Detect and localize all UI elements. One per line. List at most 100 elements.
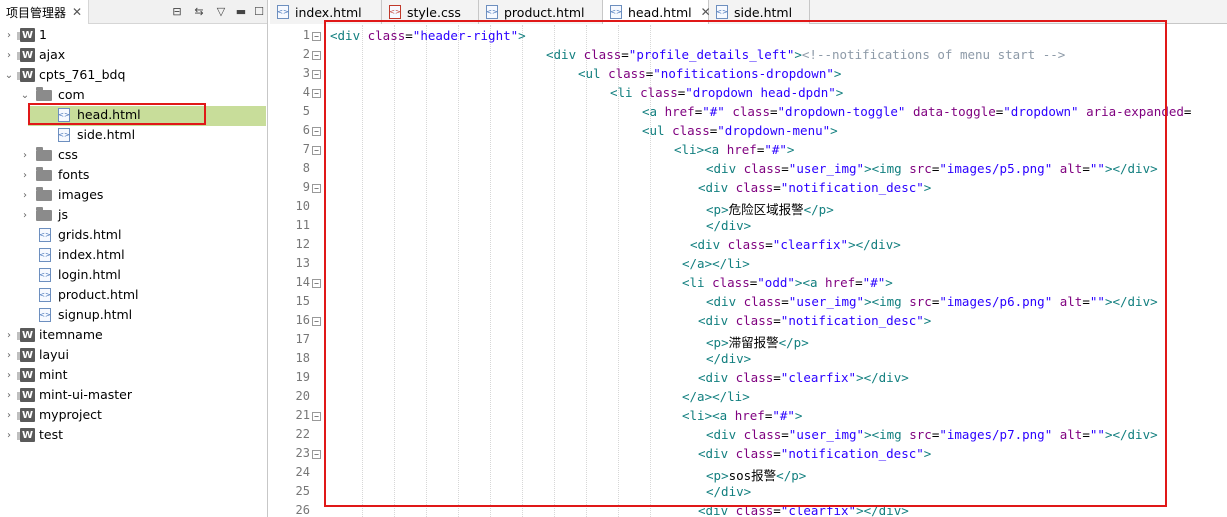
collapsed-arrow-icon[interactable]: ›	[20, 205, 30, 225]
code-line[interactable]: <li><a href="#">	[682, 408, 802, 423]
code-line[interactable]: <li class="dropdown head-dpdn">	[610, 85, 843, 100]
tree-item-com[interactable]: ⌄ com	[0, 85, 266, 105]
link-editor-icon[interactable]: ⇆	[192, 4, 206, 18]
code-line[interactable]: <div class="profile_details_left"><!--no…	[546, 47, 1065, 62]
view-menu-icon[interactable]: ▽	[214, 4, 228, 18]
line-number: 13	[295, 256, 310, 270]
indent-guide	[554, 25, 555, 517]
code-line[interactable]: <div class="user_img"><img src="images/p…	[706, 427, 1158, 442]
code-line[interactable]: <div class="user_img"><img src="images/p…	[706, 294, 1158, 309]
code-line[interactable]: </div>	[706, 218, 751, 233]
collapsed-arrow-icon[interactable]: ›	[20, 145, 30, 165]
html-file-icon: <>	[39, 248, 51, 262]
minimize-icon[interactable]: ▬	[234, 4, 248, 18]
collapsed-arrow-icon[interactable]: ›	[4, 345, 14, 365]
code-editor[interactable]: 1−2−3−4−5 6−7−8 9−10 11 12 13 14−15 16−17 18 19 20…	[270, 25, 1227, 517]
code-line[interactable]: </a></li>	[682, 256, 750, 271]
tree-item-label: myproject	[39, 407, 102, 422]
fold-toggle-icon[interactable]: −	[312, 317, 321, 326]
tree-item-js[interactable]: › js	[0, 205, 266, 225]
tree-item-itemname[interactable]: › Witemname	[0, 325, 266, 345]
collapsed-arrow-icon[interactable]: ›	[20, 165, 30, 185]
tab-head-html[interactable]: <> head.html ✕	[603, 0, 711, 24]
line-number: 14	[295, 275, 310, 289]
code-area[interactable]: <div class="header-right"> <div class="pr…	[326, 25, 1227, 517]
tree-item-test[interactable]: › Wtest	[0, 425, 266, 445]
code-line[interactable]: <div class="header-right">	[330, 28, 526, 43]
fold-toggle-icon[interactable]: −	[312, 412, 321, 421]
fold-toggle-icon[interactable]: −	[312, 70, 321, 79]
tab-side-html[interactable]: <> side.html	[709, 0, 810, 24]
collapsed-arrow-icon[interactable]: ›	[4, 325, 14, 345]
tree-item-label: index.html	[58, 247, 125, 262]
folder-icon	[36, 147, 52, 161]
collapse-all-icon[interactable]: ⊟	[170, 4, 184, 18]
tree-item-label: ajax	[39, 47, 66, 62]
code-line[interactable]: <li><a href="#">	[674, 142, 794, 157]
code-line[interactable]: <div class="user_img"><img src="images/p…	[706, 161, 1158, 176]
code-line[interactable]: <li class="odd"><a href="#">	[682, 275, 893, 290]
tree-item-cpts-761-bdq[interactable]: ⌄ Wcpts_761_bdq	[0, 65, 266, 85]
tree-item-myproject[interactable]: › Wmyproject	[0, 405, 266, 425]
tree-item-images[interactable]: › images	[0, 185, 266, 205]
tab-style-css[interactable]: <> style.css	[382, 0, 479, 24]
code-line[interactable]: <ul class="dropdown-menu">	[642, 123, 838, 138]
code-line[interactable]: <div class="notification_desc">	[698, 446, 931, 461]
code-line[interactable]: </a></li>	[682, 389, 750, 404]
fold-toggle-icon[interactable]: −	[312, 32, 321, 41]
line-number: 7	[302, 142, 310, 156]
tree-item-product-html[interactable]: <> product.html	[0, 285, 266, 305]
line-number: 10	[295, 199, 310, 213]
code-line[interactable]: <div class="notification_desc">	[698, 180, 931, 195]
code-line[interactable]: <p>sos报警</p>	[706, 465, 806, 484]
code-line[interactable]: <ul class="nofitications-dropdown">	[578, 66, 841, 81]
collapsed-arrow-icon[interactable]: ›	[4, 25, 14, 45]
explorer-tab[interactable]: 项目管理器 ✕	[0, 0, 90, 24]
code-line[interactable]: <div class="clearfix"></div>	[698, 370, 909, 385]
fold-toggle-icon[interactable]: −	[312, 127, 321, 136]
code-line[interactable]: <a href="#" class="dropdown-toggle" data…	[642, 104, 1191, 119]
tree-item-1[interactable]: › W 1	[0, 25, 266, 45]
tree-item-signup-html[interactable]: <> signup.html	[0, 305, 266, 325]
tab-index-html[interactable]: <> index.html	[270, 0, 382, 24]
tree-item-css[interactable]: › css	[0, 145, 266, 165]
collapsed-arrow-icon[interactable]: ›	[4, 425, 14, 445]
collapsed-arrow-icon[interactable]: ›	[20, 185, 30, 205]
tree-item-fonts[interactable]: › fonts	[0, 165, 266, 185]
code-line[interactable]: </div>	[706, 351, 751, 366]
tree-item-index-html[interactable]: <> index.html	[0, 245, 266, 265]
fold-toggle-icon[interactable]: −	[312, 184, 321, 193]
fold-toggle-icon[interactable]: −	[312, 51, 321, 60]
code-line[interactable]: <p>危险区域报警</p>	[706, 199, 834, 218]
close-icon[interactable]: ✕	[72, 5, 82, 19]
tree-item-login-html[interactable]: <> login.html	[0, 265, 266, 285]
expanded-arrow-icon[interactable]: ⌄	[20, 85, 30, 105]
tree-item-ajax[interactable]: › Wajax	[0, 45, 266, 65]
expanded-arrow-icon[interactable]: ⌄	[4, 65, 14, 85]
code-line[interactable]: <p>滞留报警</p>	[706, 332, 809, 351]
collapsed-arrow-icon[interactable]: ›	[4, 405, 14, 425]
html-file-icon: <>	[610, 5, 622, 19]
collapsed-arrow-icon[interactable]: ›	[4, 45, 14, 65]
indent-guide	[458, 25, 459, 517]
tree-item-mint-ui-master[interactable]: › Wmint-ui-master	[0, 385, 266, 405]
indent-guide	[426, 25, 427, 517]
line-number: 25	[295, 484, 310, 498]
collapsed-arrow-icon[interactable]: ›	[4, 385, 14, 405]
fold-toggle-icon[interactable]: −	[312, 450, 321, 459]
code-line[interactable]: <div class="notification_desc">	[698, 313, 931, 328]
fold-toggle-icon[interactable]: −	[312, 279, 321, 288]
maximize-icon[interactable]: ☐	[252, 4, 266, 18]
tab-product-html[interactable]: <> product.html	[479, 0, 603, 24]
fold-toggle-icon[interactable]: −	[312, 89, 321, 98]
tree-item-mint[interactable]: › Wmint	[0, 365, 266, 385]
tree-item-layui[interactable]: › Wlayui	[0, 345, 266, 365]
css-file-icon: <>	[389, 5, 401, 19]
tree-item-side-html[interactable]: <> side.html	[0, 125, 266, 145]
collapsed-arrow-icon[interactable]: ›	[4, 365, 14, 385]
code-line[interactable]: </div>	[706, 484, 751, 499]
code-line[interactable]: <div class="clearfix"></div>	[690, 237, 901, 252]
code-line[interactable]: <div class="clearfix"></div>	[698, 503, 909, 517]
tree-item-grids-html[interactable]: <> grids.html	[0, 225, 266, 245]
fold-toggle-icon[interactable]: −	[312, 146, 321, 155]
